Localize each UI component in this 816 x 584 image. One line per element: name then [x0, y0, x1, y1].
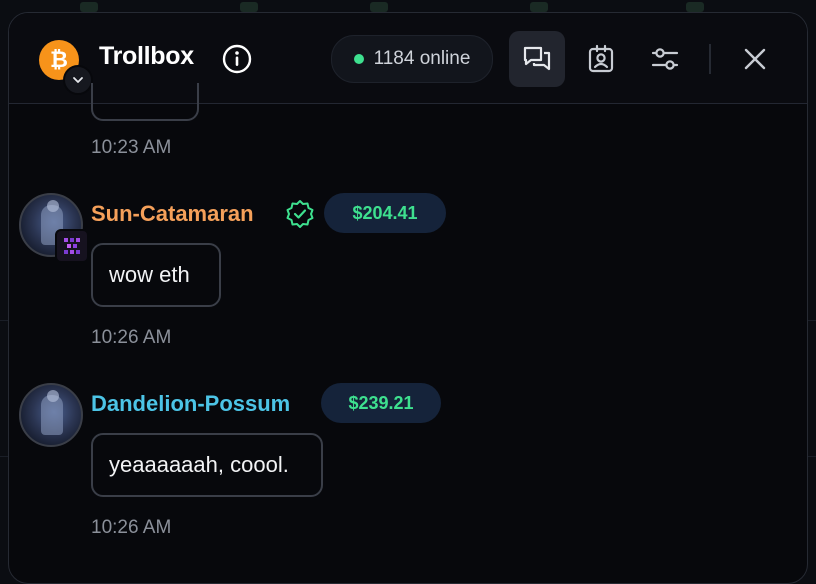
sliders-icon [651, 48, 679, 70]
profile-tab-button[interactable] [573, 31, 629, 87]
chart-candle [686, 2, 704, 12]
message-username[interactable]: Sun-Catamaran [91, 201, 254, 227]
message-timestamp: 10:26 AM [91, 517, 172, 538]
message-username[interactable]: Dandelion-Possum [91, 391, 290, 417]
contact-card-icon [588, 44, 614, 73]
chat-bubbles-icon [523, 46, 551, 71]
coin-selector-button[interactable] [63, 65, 93, 95]
message-timestamp: 10:26 AM [91, 327, 172, 348]
message-bubble [91, 83, 199, 121]
close-button[interactable] [727, 31, 783, 87]
message-bubble: yeaaaaaah, coool. [91, 433, 323, 497]
message-timestamp: 10:23 AM [91, 137, 172, 158]
pixel-badge-icon [64, 238, 80, 254]
trollbox-panel: ₿ Trollbox 1184 online 10:23 AM Sun-Cata… [8, 12, 808, 584]
online-count-badge: 1184 online [331, 35, 493, 83]
chat-tab-button[interactable] [509, 31, 565, 87]
avatar[interactable] [19, 383, 83, 447]
user-badge-icon [55, 229, 89, 263]
page-title: Trollbox [99, 42, 194, 70]
online-count: 1184 online [373, 48, 471, 69]
verified-icon [286, 200, 314, 228]
chart-candle [370, 2, 388, 12]
info-icon[interactable] [221, 43, 253, 75]
chevron-down-icon [73, 77, 83, 83]
chart-candle [530, 2, 548, 12]
message-bubble: wow eth [91, 243, 221, 307]
online-status-dot [353, 54, 364, 64]
header-divider [709, 44, 711, 74]
close-icon [744, 48, 766, 70]
settings-tab-button[interactable] [637, 31, 693, 87]
chart-candle [80, 2, 98, 12]
chart-candle [240, 2, 258, 12]
balance-badge: $239.21 [321, 383, 441, 423]
balance-badge: $204.41 [324, 193, 446, 233]
chat-message-list[interactable]: 10:23 AM Sun-Catamaran $204.41 wow eth 1… [9, 83, 807, 583]
